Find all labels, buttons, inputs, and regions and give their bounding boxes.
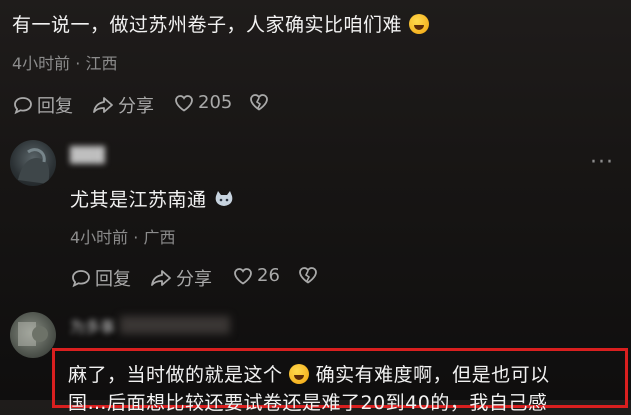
avatar[interactable] (10, 312, 56, 358)
username[interactable]: 为多事 (70, 316, 115, 337)
more-options-icon[interactable]: ··· (590, 150, 614, 175)
avatar[interactable] (10, 140, 56, 186)
comment-text: 尤其是江苏南通 (70, 185, 235, 212)
share-icon (151, 270, 171, 286)
laugh-cry-emoji-icon (408, 14, 429, 34)
reply-button[interactable]: 回复 (70, 265, 131, 291)
cat-emoji-icon (215, 191, 233, 206)
avatar-image (18, 322, 48, 346)
reply-icon (14, 97, 32, 115)
laugh-cry-emoji-icon (289, 364, 310, 384)
username[interactable]: ███ (70, 146, 105, 164)
like-button[interactable]: 26 (232, 265, 280, 286)
avatar-image (18, 148, 50, 184)
share-button[interactable]: 分享 (149, 265, 212, 291)
comment-text-line2: 国…后面想比较还要试卷还是难了20到40的，我自己感 (68, 392, 548, 414)
heart-icon (234, 267, 252, 285)
reply-icon (72, 270, 90, 288)
reply-button[interactable]: 回复 (12, 92, 73, 118)
comment-meta: 4小时前 · 江西 (12, 54, 118, 73)
dislike-button[interactable] (296, 265, 323, 285)
username-redaction (120, 316, 230, 334)
comment-text: 麻了，当时做的就是这个 确实有难度啊，但是也可以 (68, 364, 550, 386)
share-icon (93, 97, 113, 113)
broken-heart-icon (299, 267, 317, 284)
broken-heart-icon (250, 94, 268, 111)
share-button[interactable]: 分享 (91, 92, 154, 118)
heart-icon (175, 94, 193, 112)
dislike-button[interactable] (247, 92, 274, 112)
comment-meta: 4小时前 · 广西 (70, 228, 176, 247)
comment-text: 有一说一，做过苏州卷子，人家确实比咱们难 (12, 10, 429, 37)
like-button[interactable]: 205 (173, 92, 232, 113)
